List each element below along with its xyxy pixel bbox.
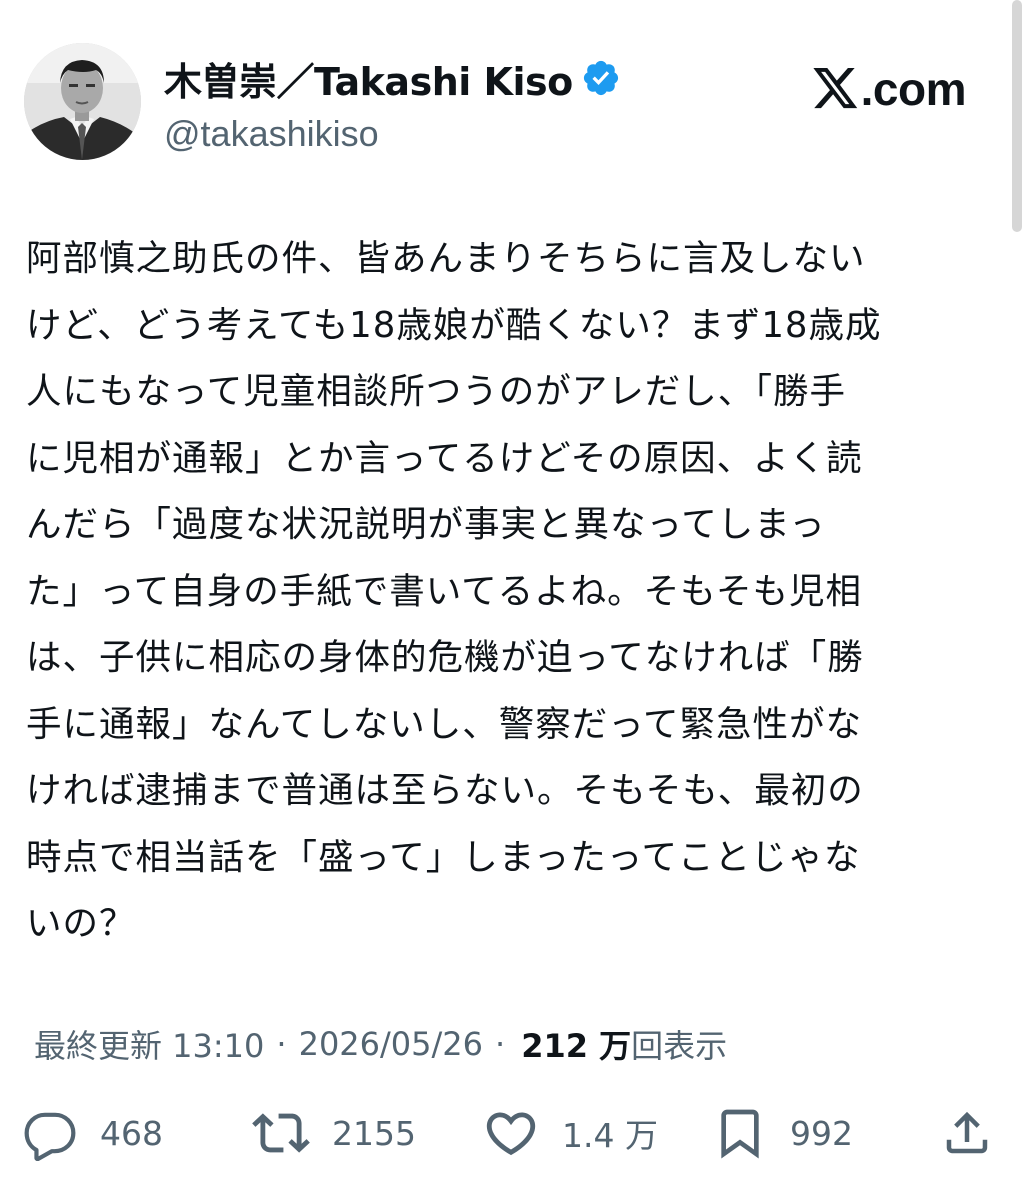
- share-button[interactable]: [940, 1100, 994, 1166]
- retweet-icon: [252, 1113, 310, 1153]
- views-label: 回表示: [631, 1027, 728, 1065]
- views-count: 212 万: [521, 1027, 632, 1065]
- post-date[interactable]: 2026/05/26: [299, 1025, 483, 1063]
- meta-separator: ·: [276, 1025, 287, 1063]
- tweet-text: 阿部慎之助氏の件、皆あんまりそちらに言及しない けど、どう考えても18歳娘が酷く…: [26, 238, 882, 944]
- x-com-logo: .com: [813, 61, 967, 117]
- heart-icon: [486, 1112, 536, 1156]
- reply-icon: [24, 1112, 76, 1161]
- scrollbar[interactable]: [1012, 0, 1022, 232]
- verified-badge-icon: [581, 58, 621, 98]
- user-handle[interactable]: @takashikiso: [164, 113, 621, 155]
- tweet-header: 木曽崇／Takashi Kiso @takashikiso .com: [24, 43, 1004, 163]
- x-logo-icon: [813, 68, 857, 109]
- retweet-count: 2155: [332, 1113, 416, 1153]
- author-block: 木曽崇／Takashi Kiso @takashikiso: [164, 53, 621, 155]
- action-bar: 468 2155 1.4 万 992: [22, 1100, 1002, 1166]
- meta-separator-2: ·: [495, 1025, 506, 1063]
- last-updated-time[interactable]: 最終更新 13:10: [34, 1021, 264, 1067]
- avatar[interactable]: [24, 43, 141, 160]
- retweet-button[interactable]: 2155: [252, 1100, 416, 1166]
- bookmark-icon: [721, 1109, 759, 1159]
- reply-count: 468: [100, 1113, 163, 1153]
- like-button[interactable]: 1.4 万: [482, 1100, 658, 1166]
- bookmark-button[interactable]: 992: [712, 1100, 853, 1166]
- reply-button[interactable]: 468: [22, 1100, 163, 1166]
- avatar-photo: [24, 43, 141, 160]
- display-name-row: 木曽崇／Takashi Kiso: [164, 51, 621, 106]
- display-name[interactable]: 木曽崇／Takashi Kiso: [164, 51, 573, 106]
- share-icon: [946, 1111, 988, 1154]
- bookmark-count: 992: [790, 1113, 853, 1153]
- x-logo-domain: .com: [860, 63, 967, 115]
- like-count: 1.4 万: [562, 1116, 658, 1155]
- tweet-meta: 最終更新 13:10 · 2026/05/26 · 212 万 回表示: [34, 1016, 727, 1072]
